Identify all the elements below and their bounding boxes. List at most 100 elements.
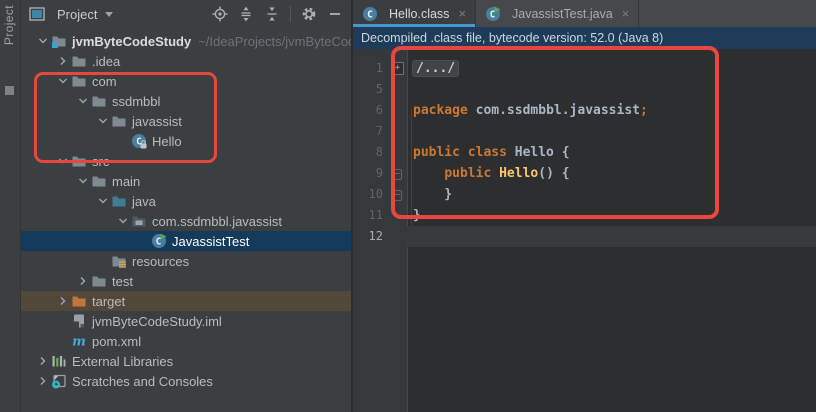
code-lines: 1+/.../56package com.ssdmbbl.javassist;7…: [353, 58, 816, 247]
project-tree: jvmByteCodeStudy ~/IdeaProjects/jvmByteCo…: [21, 28, 351, 391]
toolbar-separator: [290, 6, 291, 22]
fold-column: [383, 100, 407, 121]
fold-marker-icon[interactable]: [391, 190, 402, 201]
line-number: 10: [353, 184, 383, 205]
tree-item-scratches-and-consoles[interactable]: Scratches and Consoles: [21, 371, 351, 391]
tree-item-pom-xml[interactable]: mpom.xml: [21, 331, 351, 351]
tree-item-jvmbytecodestudy-iml[interactable]: jvmByteCodeStudy.iml: [21, 311, 351, 331]
code-line-1[interactable]: 1+/.../: [353, 58, 816, 79]
code-line-10[interactable]: 10 }: [353, 184, 816, 205]
chevron-right-icon[interactable]: [55, 53, 71, 69]
project-tool-window-icon: [29, 6, 45, 22]
tree-item-main[interactable]: main: [21, 171, 351, 191]
code-line-9[interactable]: 9 public Hello() {: [353, 163, 816, 184]
code-text[interactable]: public Hello() {: [407, 163, 816, 184]
close-icon[interactable]: ×: [622, 7, 630, 20]
tree-item-label: resources: [132, 254, 189, 269]
code-token: Hello {: [515, 145, 570, 160]
collapse-all-icon[interactable]: [264, 6, 280, 22]
line-number: 9: [353, 163, 383, 184]
code-line-12[interactable]: 12: [353, 226, 816, 247]
code-line-7[interactable]: 7: [353, 121, 816, 142]
line-number: 11: [353, 205, 383, 226]
chevron-right-icon[interactable]: [35, 373, 51, 389]
chevron-down-icon[interactable]: [55, 73, 71, 89]
tree-item-java[interactable]: java: [21, 191, 351, 211]
panel-toolbar: [212, 6, 343, 22]
tree-item-external-libraries[interactable]: External Libraries: [21, 351, 351, 371]
chevron-down-icon[interactable]: [55, 153, 71, 169]
fold-column: [383, 121, 407, 142]
chevron-down-icon[interactable]: [95, 193, 111, 209]
code-text[interactable]: [407, 121, 816, 142]
code-text[interactable]: [407, 226, 816, 247]
tree-item-ssdmbbl[interactable]: ssdmbbl: [21, 91, 351, 111]
tree-item-javassist[interactable]: javassist: [21, 111, 351, 131]
tree-item-idea[interactable]: .idea: [21, 51, 351, 71]
code-text[interactable]: }: [407, 205, 816, 226]
tree-item-label: jvmByteCodeStudy: [72, 34, 191, 49]
folder-project-icon: [51, 33, 67, 49]
stripe-square-icon[interactable]: [5, 86, 14, 95]
package-icon: [131, 213, 147, 229]
code-line-5[interactable]: 5: [353, 79, 816, 100]
chevron-down-icon[interactable]: [35, 33, 51, 49]
tree-item-javassisttest[interactable]: CJavassistTest: [21, 231, 351, 251]
folder-excluded-icon: [71, 293, 87, 309]
tree-item-com[interactable]: com: [21, 71, 351, 91]
tree-item-label: main: [112, 174, 140, 189]
project-stripe-label[interactable]: Project: [2, 5, 16, 45]
code-token: ;: [640, 103, 648, 118]
folder-icon: [91, 173, 107, 189]
code-text[interactable]: package com.ssdmbbl.javassist;: [407, 100, 816, 121]
editor-tab-javassisttest-java[interactable]: CJavassistTest.java×: [476, 0, 639, 27]
chevron-down-icon[interactable]: [75, 93, 91, 109]
chevron-right-icon[interactable]: [35, 353, 51, 369]
scratches-icon: [51, 373, 67, 389]
tree-item-resources[interactable]: resources: [21, 251, 351, 271]
code-text[interactable]: /.../: [407, 58, 816, 79]
project-path: ~/IdeaProjects/jvmByteCod: [198, 34, 351, 49]
editor-tab-hello-class[interactable]: C Hello.class ×: [353, 0, 476, 27]
fold-column: [383, 163, 407, 184]
folder-icon: [91, 273, 107, 289]
tree-item-label: External Libraries: [72, 354, 173, 369]
code-text[interactable]: }: [407, 184, 816, 205]
chevron-down-icon[interactable]: [105, 12, 113, 17]
chevron-down-icon[interactable]: [95, 113, 111, 129]
hide-icon[interactable]: [327, 6, 343, 22]
chevron-right-icon[interactable]: [55, 293, 71, 309]
fold-column: [383, 184, 407, 205]
tab-label: Hello.class: [389, 7, 449, 21]
tree-item-test[interactable]: test: [21, 271, 351, 291]
tree-item-label: src: [92, 154, 109, 169]
code-token: public: [444, 166, 499, 181]
code-line-6[interactable]: 6package com.ssdmbbl.javassist;: [353, 100, 816, 121]
class-icon: C: [362, 6, 378, 22]
code-token: /.../: [413, 61, 458, 76]
code-text[interactable]: [407, 79, 816, 100]
decompiled-banner: Decompiled .class file, bytecode version…: [353, 27, 816, 49]
tree-item-jvmbytecodestudy[interactable]: jvmByteCodeStudy ~/IdeaProjects/jvmByteCo…: [21, 31, 351, 51]
fold-marker-icon[interactable]: [391, 169, 402, 180]
folder-resources-icon: [111, 253, 127, 269]
locate-icon[interactable]: [212, 6, 228, 22]
code-editor[interactable]: 1+/.../56package com.ssdmbbl.javassist;7…: [353, 49, 816, 412]
chevron-down-icon[interactable]: [75, 173, 91, 189]
chevron-down-icon[interactable]: [115, 213, 131, 229]
tree-item-target[interactable]: target: [21, 291, 351, 311]
tree-item-hello[interactable]: CHello: [21, 131, 351, 151]
code-token: [413, 166, 444, 181]
code-line-8[interactable]: 8public class Hello {: [353, 142, 816, 163]
code-line-11[interactable]: 11}: [353, 205, 816, 226]
tree-item-src[interactable]: src: [21, 151, 351, 171]
tree-item-com-ssdmbbl-javassist[interactable]: com.ssdmbbl.javassist: [21, 211, 351, 231]
fold-expand-icon[interactable]: +: [391, 62, 404, 75]
code-text[interactable]: public class Hello {: [407, 142, 816, 163]
code-token: public class: [413, 145, 515, 160]
settings-icon[interactable]: [301, 6, 317, 22]
close-icon[interactable]: ×: [458, 7, 466, 20]
chevron-right-icon[interactable]: [75, 273, 91, 289]
project-panel-title[interactable]: Project: [57, 7, 97, 22]
expand-all-icon[interactable]: [238, 6, 254, 22]
